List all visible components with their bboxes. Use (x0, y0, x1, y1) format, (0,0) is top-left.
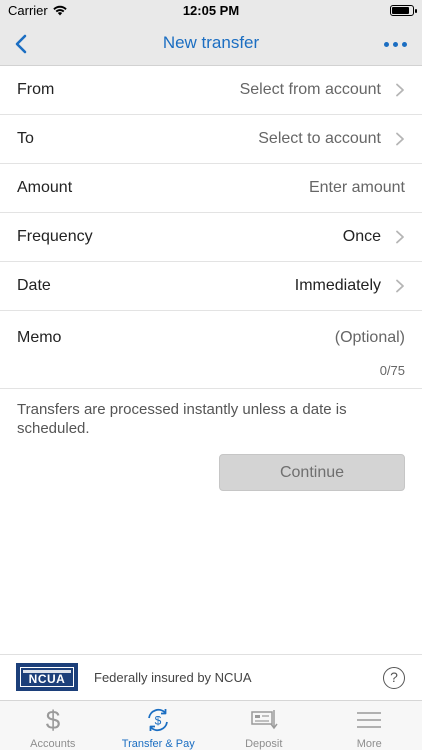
tab-deposit-label: Deposit (245, 738, 283, 750)
memo-row[interactable]: Memo (Optional) 0/75 (0, 311, 422, 389)
memo-input[interactable]: (Optional) (335, 329, 405, 347)
chevron-right-icon (396, 230, 404, 244)
check-deposit-icon (249, 705, 279, 735)
navigation-bar: New transfer (0, 22, 422, 66)
ellipsis-icon (383, 41, 389, 47)
frequency-row[interactable]: Frequency Once (0, 213, 422, 262)
hamburger-menu-icon (354, 705, 384, 735)
date-row[interactable]: Date Immediately (0, 262, 422, 311)
tab-transfer-pay-label: Transfer & Pay (121, 738, 195, 750)
to-account-value: Select to account (258, 130, 381, 147)
chevron-right-icon (396, 83, 404, 97)
question-mark-icon: ? (390, 669, 398, 685)
amount-input[interactable]: Enter amount (309, 179, 405, 197)
chevron-right-icon (396, 132, 404, 146)
help-button[interactable]: ? (383, 667, 405, 689)
ncua-footer: NCUA Federally insured by NCUA ? (0, 654, 422, 700)
tab-transfer-pay[interactable]: $ Transfer & Pay (106, 701, 212, 750)
date-value: Immediately (294, 277, 381, 294)
memo-label: Memo (17, 329, 62, 346)
more-options-button[interactable] (378, 30, 412, 58)
tab-accounts-label: Accounts (30, 738, 76, 750)
continue-button[interactable]: Continue (219, 454, 405, 491)
dollar-icon: $ (38, 705, 68, 735)
clock: 12:05 PM (182, 3, 240, 18)
memo-character-counter: 0/75 (379, 363, 405, 378)
tab-more[interactable]: More (317, 701, 422, 750)
status-bar: Carrier 12:05 PM (0, 0, 422, 22)
svg-text:$: $ (155, 714, 162, 728)
frequency-label: Frequency (17, 228, 93, 245)
ncua-logo: NCUA (16, 663, 78, 691)
tab-more-label: More (356, 738, 382, 750)
from-account-row[interactable]: From Select from account (0, 66, 422, 115)
amount-row[interactable]: Amount Enter amount (0, 164, 422, 213)
amount-label: Amount (17, 179, 73, 196)
from-label: From (17, 81, 55, 98)
tab-bar: $ Accounts $ Transfer & Pay Deposit More (0, 700, 422, 750)
transfer-form: From Select from account To Select to ac… (0, 66, 422, 389)
battery-icon (390, 5, 417, 16)
transfer-dollar-icon: $ (143, 705, 173, 735)
chevron-right-icon (396, 279, 404, 293)
frequency-value: Once (342, 228, 381, 245)
tab-deposit[interactable]: Deposit (211, 701, 317, 750)
page-title: New transfer (162, 33, 260, 52)
svg-text:$: $ (46, 706, 61, 734)
to-label: To (17, 130, 34, 147)
from-account-value: Select from account (239, 81, 381, 98)
ncua-insured-text: Federally insured by NCUA (94, 670, 252, 685)
transfer-info-text: Transfers are processed instantly unless… (17, 401, 347, 437)
date-label: Date (17, 277, 51, 294)
tab-accounts[interactable]: $ Accounts (0, 701, 106, 750)
to-account-row[interactable]: To Select to account (0, 115, 422, 164)
ncua-logo-text: NCUA (28, 672, 66, 686)
